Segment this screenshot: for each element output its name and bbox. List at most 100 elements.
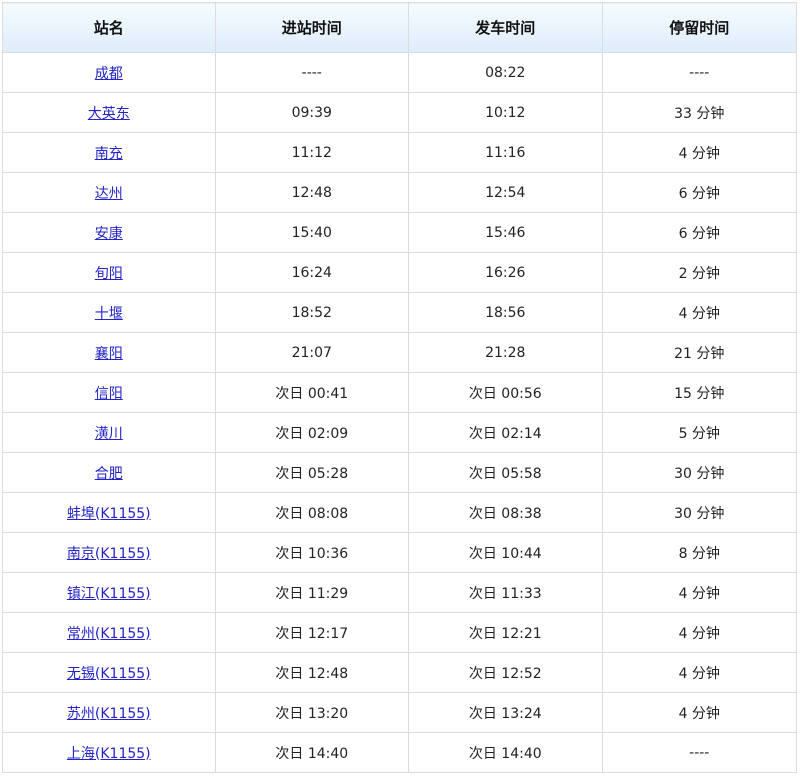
table-row: 蚌埠(K1155) 次日 08:08 次日 08:38 30 分钟	[2, 492, 797, 533]
station-cell: 成都	[2, 52, 216, 93]
arrival-time-cell: 次日 11:29	[214, 572, 410, 613]
arrival-time-cell: ----	[214, 52, 410, 93]
table-row: 襄阳 21:07 21:28 21 分钟	[2, 332, 797, 373]
station-link[interactable]: 十堰	[95, 306, 123, 322]
stop-duration-cell: ----	[601, 732, 797, 773]
table-row: 大英东 09:39 10:12 33 分钟	[2, 92, 797, 133]
departure-time-cell: 21:28	[408, 332, 603, 373]
stop-duration-cell: 15 分钟	[601, 372, 797, 413]
arrival-time-cell: 次日 00:41	[214, 372, 410, 413]
table-row: 潢川 次日 02:09 次日 02:14 5 分钟	[2, 412, 797, 453]
arrival-time-cell: 次日 05:28	[214, 452, 410, 493]
table-row: 常州(K1155) 次日 12:17 次日 12:21 4 分钟	[2, 612, 797, 653]
table-row: 成都 ---- 08:22 ----	[2, 52, 797, 93]
station-link[interactable]: 苏州(K1155)	[67, 706, 151, 722]
table-row: 南京(K1155) 次日 10:36 次日 10:44 8 分钟	[2, 532, 797, 573]
station-link[interactable]: 镇江(K1155)	[67, 586, 151, 602]
header-departure-time: 发车时间	[408, 2, 603, 53]
station-cell: 苏州(K1155)	[2, 692, 216, 733]
table-row: 合肥 次日 05:28 次日 05:58 30 分钟	[2, 452, 797, 493]
departure-time-cell: 12:54	[408, 172, 603, 213]
departure-time-cell: 10:12	[408, 92, 603, 133]
stop-duration-cell: 33 分钟	[601, 92, 797, 133]
departure-time-cell: 次日 13:24	[408, 692, 603, 733]
station-cell: 安康	[2, 212, 216, 253]
header-arrival-time: 进站时间	[214, 2, 410, 53]
departure-time-cell: 11:16	[408, 132, 603, 173]
station-link[interactable]: 达州	[95, 186, 123, 202]
departure-time-cell: 次日 14:40	[408, 732, 603, 773]
departure-time-cell: 18:56	[408, 292, 603, 333]
departure-time-cell: 16:26	[408, 252, 603, 293]
stop-duration-cell: 4 分钟	[601, 132, 797, 173]
station-link[interactable]: 常州(K1155)	[67, 626, 151, 642]
arrival-time-cell: 次日 10:36	[214, 532, 410, 573]
arrival-time-cell: 09:39	[214, 92, 410, 133]
stop-duration-cell: 30 分钟	[601, 452, 797, 493]
station-link[interactable]: 蚌埠(K1155)	[67, 506, 151, 522]
station-link[interactable]: 大英东	[88, 106, 130, 122]
stop-duration-cell: 8 分钟	[601, 532, 797, 573]
station-link[interactable]: 安康	[95, 226, 123, 242]
table-header: 站名 进站时间 发车时间 停留时间	[2, 2, 797, 53]
arrival-time-cell: 21:07	[214, 332, 410, 373]
station-link[interactable]: 潢川	[95, 426, 123, 442]
header-station: 站名	[2, 2, 216, 53]
station-cell: 达州	[2, 172, 216, 213]
table-row: 安康 15:40 15:46 6 分钟	[2, 212, 797, 253]
station-cell: 潢川	[2, 412, 216, 453]
arrival-time-cell: 次日 14:40	[214, 732, 410, 773]
table-row: 十堰 18:52 18:56 4 分钟	[2, 292, 797, 333]
station-cell: 蚌埠(K1155)	[2, 492, 216, 533]
station-link[interactable]: 南充	[95, 146, 123, 162]
table-row: 镇江(K1155) 次日 11:29 次日 11:33 4 分钟	[2, 572, 797, 613]
departure-time-cell: 次日 10:44	[408, 532, 603, 573]
station-cell: 旬阳	[2, 252, 216, 293]
station-link[interactable]: 信阳	[95, 386, 123, 402]
station-cell: 十堰	[2, 292, 216, 333]
header-row: 站名 进站时间 发车时间 停留时间	[2, 2, 797, 53]
arrival-time-cell: 15:40	[214, 212, 410, 253]
station-cell: 大英东	[2, 92, 216, 133]
station-link[interactable]: 旬阳	[95, 266, 123, 282]
arrival-time-cell: 12:48	[214, 172, 410, 213]
departure-time-cell: 次日 00:56	[408, 372, 603, 413]
stop-duration-cell: ----	[601, 52, 797, 93]
station-cell: 南充	[2, 132, 216, 173]
station-cell: 无锡(K1155)	[2, 652, 216, 693]
stop-duration-cell: 2 分钟	[601, 252, 797, 293]
station-cell: 合肥	[2, 452, 216, 493]
departure-time-cell: 08:22	[408, 52, 603, 93]
stop-duration-cell: 4 分钟	[601, 612, 797, 653]
stop-duration-cell: 5 分钟	[601, 412, 797, 453]
arrival-time-cell: 次日 02:09	[214, 412, 410, 453]
station-link[interactable]: 合肥	[95, 466, 123, 482]
station-link[interactable]: 南京(K1155)	[67, 546, 151, 562]
arrival-time-cell: 次日 12:48	[214, 652, 410, 693]
station-cell: 襄阳	[2, 332, 216, 373]
departure-time-cell: 次日 12:52	[408, 652, 603, 693]
departure-time-cell: 次日 11:33	[408, 572, 603, 613]
departure-time-cell: 次日 12:21	[408, 612, 603, 653]
table-row: 无锡(K1155) 次日 12:48 次日 12:52 4 分钟	[2, 652, 797, 693]
departure-time-cell: 15:46	[408, 212, 603, 253]
table-row: 上海(K1155) 次日 14:40 次日 14:40 ----	[2, 732, 797, 773]
stop-duration-cell: 6 分钟	[601, 172, 797, 213]
table-row: 旬阳 16:24 16:26 2 分钟	[2, 252, 797, 293]
station-link[interactable]: 上海(K1155)	[67, 746, 151, 762]
table-row: 苏州(K1155) 次日 13:20 次日 13:24 4 分钟	[2, 692, 797, 733]
station-cell: 镇江(K1155)	[2, 572, 216, 613]
stop-duration-cell: 4 分钟	[601, 292, 797, 333]
table-row: 达州 12:48 12:54 6 分钟	[2, 172, 797, 213]
arrival-time-cell: 次日 08:08	[214, 492, 410, 533]
arrival-time-cell: 次日 12:17	[214, 612, 410, 653]
station-link[interactable]: 襄阳	[95, 346, 123, 362]
station-link[interactable]: 成都	[95, 66, 123, 82]
table-body: 成都 ---- 08:22 ---- 大英东 09:39 10:12 33 分钟 南充 11:12…	[2, 52, 797, 773]
departure-time-cell: 次日 08:38	[408, 492, 603, 533]
departure-time-cell: 次日 05:58	[408, 452, 603, 493]
departure-time-cell: 次日 02:14	[408, 412, 603, 453]
station-link[interactable]: 无锡(K1155)	[67, 666, 151, 682]
stop-duration-cell: 21 分钟	[601, 332, 797, 373]
table-row: 南充 11:12 11:16 4 分钟	[2, 132, 797, 173]
